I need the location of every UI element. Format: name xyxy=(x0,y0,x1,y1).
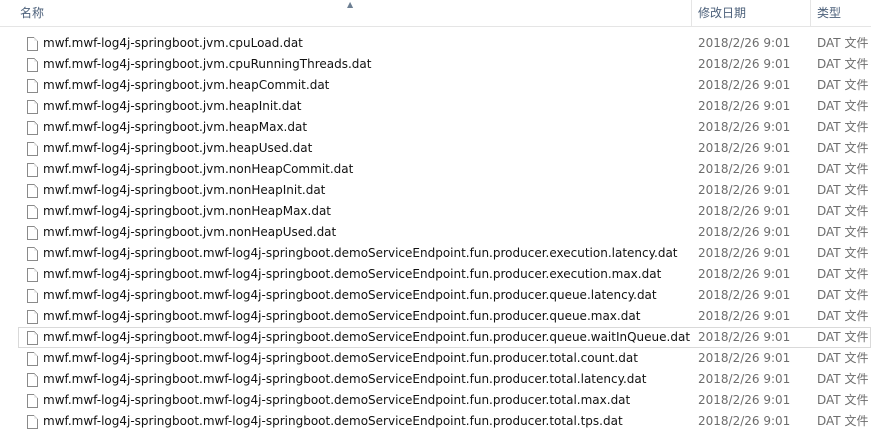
file-date-modified: 2018/2/26 9:01 xyxy=(698,57,791,71)
file-date-modified: 2018/2/26 9:01 xyxy=(698,36,791,50)
document-file-icon xyxy=(27,310,38,324)
file-row[interactable]: mwf.mwf-log4j-springboot.jvm.nonHeapInit… xyxy=(18,180,871,201)
file-name: mwf.mwf-log4j-springboot.mwf-log4j-sprin… xyxy=(43,330,691,344)
file-row[interactable]: mwf.mwf-log4j-springboot.jvm.heapInit.da… xyxy=(18,96,871,117)
sort-ascending-icon: ▲ xyxy=(347,0,354,9)
file-date-modified: 2018/2/26 9:01 xyxy=(698,372,791,386)
file-name: mwf.mwf-log4j-springboot.jvm.cpuRunningT… xyxy=(43,57,372,71)
file-row[interactable]: mwf.mwf-log4j-springboot.jvm.cpuLoad.dat… xyxy=(18,33,871,54)
file-name: mwf.mwf-log4j-springboot.jvm.heapUsed.da… xyxy=(43,141,313,155)
file-row[interactable]: mwf.mwf-log4j-springboot.mwf-log4j-sprin… xyxy=(18,243,871,264)
document-file-icon xyxy=(27,289,38,303)
file-type: DAT 文件 xyxy=(817,141,869,155)
file-row[interactable]: mwf.mwf-log4j-springboot.mwf-log4j-sprin… xyxy=(18,264,871,285)
document-file-icon xyxy=(27,100,38,114)
column-header-date-modified[interactable]: 修改日期 xyxy=(691,0,809,26)
file-row[interactable]: mwf.mwf-log4j-springboot.jvm.heapUsed.da… xyxy=(18,138,871,159)
file-date-modified: 2018/2/26 9:01 xyxy=(698,162,791,176)
file-date-modified: 2018/2/26 9:01 xyxy=(698,288,791,302)
file-date-modified: 2018/2/26 9:01 xyxy=(698,204,791,218)
file-row[interactable]: mwf.mwf-log4j-springboot.jvm.nonHeapMax.… xyxy=(18,201,871,222)
file-type: DAT 文件 xyxy=(817,162,869,176)
file-name: mwf.mwf-log4j-springboot.mwf-log4j-sprin… xyxy=(43,288,657,302)
file-name: mwf.mwf-log4j-springboot.jvm.nonHeapMax.… xyxy=(43,204,332,218)
document-file-icon xyxy=(27,121,38,135)
file-row[interactable]: mwf.mwf-log4j-springboot.jvm.heapCommit.… xyxy=(18,75,871,96)
file-name: mwf.mwf-log4j-springboot.jvm.nonHeapInit… xyxy=(43,183,326,197)
file-date-modified: 2018/2/26 9:01 xyxy=(698,78,791,92)
file-date-modified: 2018/2/26 9:01 xyxy=(698,141,791,155)
file-type: DAT 文件 xyxy=(817,246,869,260)
file-type: DAT 文件 xyxy=(817,330,869,344)
file-type: DAT 文件 xyxy=(817,78,869,92)
file-name: mwf.mwf-log4j-springboot.jvm.nonHeapUsed… xyxy=(43,225,337,239)
document-file-icon xyxy=(27,352,38,366)
file-date-modified: 2018/2/26 9:01 xyxy=(698,330,791,344)
file-date-modified: 2018/2/26 9:01 xyxy=(698,351,791,365)
document-file-icon xyxy=(27,37,38,51)
file-date-modified: 2018/2/26 9:01 xyxy=(698,246,791,260)
file-name: mwf.mwf-log4j-springboot.jvm.heapCommit.… xyxy=(43,78,330,92)
file-row[interactable]: mwf.mwf-log4j-springboot.mwf-log4j-sprin… xyxy=(18,306,871,327)
column-header-type[interactable]: 类型 xyxy=(810,0,871,26)
document-file-icon xyxy=(27,184,38,198)
file-type: DAT 文件 xyxy=(817,309,869,323)
file-date-modified: 2018/2/26 9:01 xyxy=(698,120,791,134)
document-file-icon xyxy=(27,58,38,72)
file-type: DAT 文件 xyxy=(817,57,869,71)
file-name: mwf.mwf-log4j-springboot.mwf-log4j-sprin… xyxy=(43,246,678,260)
file-type: DAT 文件 xyxy=(817,351,869,365)
document-file-icon xyxy=(27,79,38,93)
document-file-icon xyxy=(27,373,38,387)
file-type: DAT 文件 xyxy=(817,204,869,218)
file-type: DAT 文件 xyxy=(817,225,869,239)
file-type: DAT 文件 xyxy=(817,120,869,134)
file-name: mwf.mwf-log4j-springboot.mwf-log4j-sprin… xyxy=(43,372,647,386)
file-row[interactable]: mwf.mwf-log4j-springboot.jvm.cpuRunningT… xyxy=(18,54,871,75)
file-date-modified: 2018/2/26 9:01 xyxy=(698,225,791,239)
file-name: mwf.mwf-log4j-springboot.jvm.cpuLoad.dat xyxy=(43,36,303,50)
file-date-modified: 2018/2/26 9:01 xyxy=(698,309,791,323)
file-type: DAT 文件 xyxy=(817,288,869,302)
file-name: mwf.mwf-log4j-springboot.mwf-log4j-sprin… xyxy=(43,309,641,323)
file-row[interactable]: mwf.mwf-log4j-springboot.mwf-log4j-sprin… xyxy=(18,369,871,390)
file-row[interactable]: mwf.mwf-log4j-springboot.jvm.heapMax.dat… xyxy=(18,117,871,138)
file-row[interactable]: mwf.mwf-log4j-springboot.jvm.nonHeapComm… xyxy=(18,159,871,180)
file-type: DAT 文件 xyxy=(817,99,869,113)
file-date-modified: 2018/2/26 9:01 xyxy=(698,393,791,407)
file-row[interactable]: mwf.mwf-log4j-springboot.mwf-log4j-sprin… xyxy=(18,348,871,369)
file-type: DAT 文件 xyxy=(817,414,869,428)
document-file-icon xyxy=(27,226,38,240)
file-name: mwf.mwf-log4j-springboot.jvm.heapMax.dat xyxy=(43,120,308,134)
file-date-modified: 2018/2/26 9:01 xyxy=(698,267,791,281)
document-file-icon xyxy=(27,205,38,219)
file-type: DAT 文件 xyxy=(817,267,869,281)
document-file-icon xyxy=(27,268,38,282)
file-name: mwf.mwf-log4j-springboot.mwf-log4j-sprin… xyxy=(43,414,623,428)
document-file-icon xyxy=(27,142,38,156)
file-name: mwf.mwf-log4j-springboot.mwf-log4j-sprin… xyxy=(43,351,638,365)
file-row[interactable]: mwf.mwf-log4j-springboot.jvm.nonHeapUsed… xyxy=(18,222,871,243)
column-header-bar: 名称 ▲ 修改日期 类型 xyxy=(0,0,871,27)
document-file-icon xyxy=(27,331,38,345)
file-name: mwf.mwf-log4j-springboot.mwf-log4j-sprin… xyxy=(43,267,662,281)
file-date-modified: 2018/2/26 9:01 xyxy=(698,99,791,113)
file-name: mwf.mwf-log4j-springboot.mwf-log4j-sprin… xyxy=(43,393,631,407)
file-type: DAT 文件 xyxy=(817,36,869,50)
file-date-modified: 2018/2/26 9:01 xyxy=(698,414,791,428)
file-row[interactable]: mwf.mwf-log4j-springboot.mwf-log4j-sprin… xyxy=(18,390,871,411)
file-row[interactable]: mwf.mwf-log4j-springboot.mwf-log4j-sprin… xyxy=(18,411,871,432)
file-date-modified: 2018/2/26 9:01 xyxy=(698,183,791,197)
document-file-icon xyxy=(27,163,38,177)
document-file-icon xyxy=(27,247,38,261)
document-file-icon xyxy=(27,415,38,429)
document-file-icon xyxy=(27,394,38,408)
file-name: mwf.mwf-log4j-springboot.jvm.heapInit.da… xyxy=(43,99,302,113)
file-name: mwf.mwf-log4j-springboot.jvm.nonHeapComm… xyxy=(43,162,354,176)
file-type: DAT 文件 xyxy=(817,393,869,407)
file-row[interactable]: mwf.mwf-log4j-springboot.mwf-log4j-sprin… xyxy=(18,327,871,348)
file-row[interactable]: mwf.mwf-log4j-springboot.mwf-log4j-sprin… xyxy=(18,285,871,306)
file-type: DAT 文件 xyxy=(817,183,869,197)
file-type: DAT 文件 xyxy=(817,372,869,386)
